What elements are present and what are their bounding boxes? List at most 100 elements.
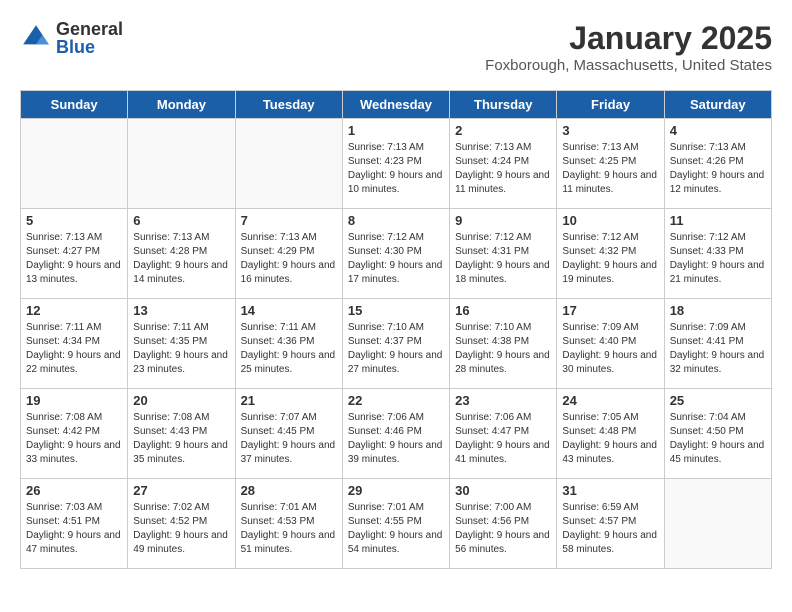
day-info: Sunrise: 7:07 AM Sunset: 4:45 PM Dayligh… — [241, 411, 337, 467]
day-number: 1 — [348, 123, 444, 138]
calendar-week-row: 26 Sunrise: 7:03 AM Sunset: 4:51 PM Dayli… — [21, 479, 772, 569]
page-header: General Blue January 2025 Foxborough, Ma… — [20, 20, 772, 74]
day-number: 26 — [26, 483, 122, 498]
table-row: 13Sunrise: 7:11 AM Sunset: 4:35 PM Dayli… — [128, 299, 235, 389]
table-row: 29 Sunrise: 7:01 AM Sunset: 4:55 PM Dayli… — [342, 479, 449, 569]
day-number: 15 — [348, 303, 444, 318]
day-info: Sunrise: 7:05 AM Sunset: 4:48 PM Dayligh… — [562, 411, 658, 467]
table-row: 6 Sunrise: 7:13 AM Sunset: 4:28 PM Daylig… — [128, 209, 235, 299]
table-row — [235, 119, 342, 209]
weekday-header-sunday: Sunday — [21, 91, 128, 119]
weekday-header-thursday: Thursday — [450, 91, 557, 119]
day-info: Sunrise: 7:11 AM Sunset: 4:36 PM Dayligh… — [241, 321, 337, 377]
day-number: 2 — [455, 123, 551, 138]
day-number: 5 — [26, 213, 122, 228]
logo-general: General — [56, 20, 123, 38]
weekday-header-wednesday: Wednesday — [342, 91, 449, 119]
logo-text: General Blue — [56, 20, 123, 56]
table-row: 23 Sunrise: 7:06 AM Sunset: 4:47 PM Dayli… — [450, 389, 557, 479]
table-row — [21, 119, 128, 209]
day-info: Sunrise: 7:13 AM Sunset: 4:29 PM Dayligh… — [241, 231, 337, 287]
weekday-header-friday: Friday — [557, 91, 664, 119]
day-info: Sunrise: 7:11 AM Sunset: 4:34 PM Dayligh… — [26, 321, 122, 377]
day-info: Sunrise: 7:12 AM Sunset: 4:30 PM Dayligh… — [348, 231, 444, 287]
table-row: 2 Sunrise: 7:13 AM Sunset: 4:24 PM Daylig… — [450, 119, 557, 209]
day-number: 8 — [348, 213, 444, 228]
day-number: 24 — [562, 393, 658, 408]
table-row: 28 Sunrise: 7:01 AM Sunset: 4:53 PM Dayli… — [235, 479, 342, 569]
day-number: 6 — [133, 213, 229, 228]
calendar-table: SundayMondayTuesdayWednesdayThursdayFrid… — [20, 90, 772, 569]
day-number: 28 — [241, 483, 337, 498]
location: Foxborough, Massachusetts, United States — [485, 57, 772, 74]
table-row: 20Sunrise: 7:08 AM Sunset: 4:43 PM Dayli… — [128, 389, 235, 479]
table-row: 26 Sunrise: 7:03 AM Sunset: 4:51 PM Dayli… — [21, 479, 128, 569]
day-info: Sunrise: 6:59 AM Sunset: 4:57 PM Dayligh… — [562, 501, 658, 557]
day-info: Sunrise: 7:06 AM Sunset: 4:47 PM Dayligh… — [455, 411, 551, 467]
table-row: 7 Sunrise: 7:13 AM Sunset: 4:29 PM Daylig… — [235, 209, 342, 299]
day-info: Sunrise: 7:08 AM Sunset: 4:42 PM Dayligh… — [26, 411, 122, 467]
table-row — [664, 479, 771, 569]
table-row: 10 Sunrise: 7:12 AM Sunset: 4:32 PM Dayli… — [557, 209, 664, 299]
day-number: 31 — [562, 483, 658, 498]
day-number: 22 — [348, 393, 444, 408]
day-number: 3 — [562, 123, 658, 138]
day-info: Sunrise: 7:09 AM Sunset: 4:41 PM Dayligh… — [670, 321, 766, 377]
day-number: 16 — [455, 303, 551, 318]
title-block: January 2025 Foxborough, Massachusetts, … — [485, 20, 772, 74]
day-info: Sunrise: 7:08 AM Sunset: 4:43 PM Dayligh… — [133, 411, 229, 467]
table-row: 19 Sunrise: 7:08 AM Sunset: 4:42 PM Dayli… — [21, 389, 128, 479]
day-info: Sunrise: 7:10 AM Sunset: 4:38 PM Dayligh… — [455, 321, 551, 377]
day-info: Sunrise: 7:13 AM Sunset: 4:26 PM Dayligh… — [670, 141, 766, 197]
day-info: Sunrise: 7:03 AM Sunset: 4:51 PM Dayligh… — [26, 501, 122, 557]
day-number: 11 — [670, 213, 766, 228]
day-info: Sunrise: 7:13 AM Sunset: 4:24 PM Dayligh… — [455, 141, 551, 197]
day-info: Sunrise: 7:02 AM Sunset: 4:52 PM Dayligh… — [133, 501, 229, 557]
day-info: Sunrise: 7:00 AM Sunset: 4:56 PM Dayligh… — [455, 501, 551, 557]
calendar-week-row: 12 Sunrise: 7:11 AM Sunset: 4:34 PM Dayli… — [21, 299, 772, 389]
day-number: 29 — [348, 483, 444, 498]
table-row: 22 Sunrise: 7:06 AM Sunset: 4:46 PM Dayli… — [342, 389, 449, 479]
day-info: Sunrise: 7:06 AM Sunset: 4:46 PM Dayligh… — [348, 411, 444, 467]
table-row: 14 Sunrise: 7:11 AM Sunset: 4:36 PM Dayli… — [235, 299, 342, 389]
day-info: Sunrise: 7:01 AM Sunset: 4:55 PM Dayligh… — [348, 501, 444, 557]
day-info: Sunrise: 7:12 AM Sunset: 4:32 PM Dayligh… — [562, 231, 658, 287]
table-row: 15 Sunrise: 7:10 AM Sunset: 4:37 PM Dayli… — [342, 299, 449, 389]
day-info: Sunrise: 7:10 AM Sunset: 4:37 PM Dayligh… — [348, 321, 444, 377]
day-info: Sunrise: 7:01 AM Sunset: 4:53 PM Dayligh… — [241, 501, 337, 557]
logo-blue: Blue — [56, 38, 123, 56]
table-row: 11Sunrise: 7:12 AM Sunset: 4:33 PM Dayli… — [664, 209, 771, 299]
day-info: Sunrise: 7:12 AM Sunset: 4:31 PM Dayligh… — [455, 231, 551, 287]
day-info: Sunrise: 7:09 AM Sunset: 4:40 PM Dayligh… — [562, 321, 658, 377]
day-number: 21 — [241, 393, 337, 408]
table-row: 12 Sunrise: 7:11 AM Sunset: 4:34 PM Dayli… — [21, 299, 128, 389]
calendar-week-row: 1Sunrise: 7:13 AM Sunset: 4:23 PM Daylig… — [21, 119, 772, 209]
table-row: 5Sunrise: 7:13 AM Sunset: 4:27 PM Daylig… — [21, 209, 128, 299]
logo-icon — [20, 22, 52, 54]
day-number: 23 — [455, 393, 551, 408]
day-number: 12 — [26, 303, 122, 318]
day-number: 9 — [455, 213, 551, 228]
table-row: 18Sunrise: 7:09 AM Sunset: 4:41 PM Dayli… — [664, 299, 771, 389]
day-number: 19 — [26, 393, 122, 408]
table-row: 27Sunrise: 7:02 AM Sunset: 4:52 PM Dayli… — [128, 479, 235, 569]
day-number: 7 — [241, 213, 337, 228]
calendar-week-row: 19 Sunrise: 7:08 AM Sunset: 4:42 PM Dayli… — [21, 389, 772, 479]
table-row: 9 Sunrise: 7:12 AM Sunset: 4:31 PM Daylig… — [450, 209, 557, 299]
table-row: 17 Sunrise: 7:09 AM Sunset: 4:40 PM Dayli… — [557, 299, 664, 389]
table-row: 30Sunrise: 7:00 AM Sunset: 4:56 PM Dayli… — [450, 479, 557, 569]
table-row: 24 Sunrise: 7:05 AM Sunset: 4:48 PM Dayli… — [557, 389, 664, 479]
day-number: 17 — [562, 303, 658, 318]
table-row: 31 Sunrise: 6:59 AM Sunset: 4:57 PM Dayli… — [557, 479, 664, 569]
table-row: 16 Sunrise: 7:10 AM Sunset: 4:38 PM Dayli… — [450, 299, 557, 389]
table-row: 21 Sunrise: 7:07 AM Sunset: 4:45 PM Dayli… — [235, 389, 342, 479]
day-number: 10 — [562, 213, 658, 228]
table-row: 3Sunrise: 7:13 AM Sunset: 4:25 PM Daylig… — [557, 119, 664, 209]
table-row: 1Sunrise: 7:13 AM Sunset: 4:23 PM Daylig… — [342, 119, 449, 209]
weekday-header-row: SundayMondayTuesdayWednesdayThursdayFrid… — [21, 91, 772, 119]
day-info: Sunrise: 7:13 AM Sunset: 4:28 PM Dayligh… — [133, 231, 229, 287]
day-info: Sunrise: 7:11 AM Sunset: 4:35 PM Dayligh… — [133, 321, 229, 377]
day-number: 14 — [241, 303, 337, 318]
day-info: Sunrise: 7:04 AM Sunset: 4:50 PM Dayligh… — [670, 411, 766, 467]
weekday-header-saturday: Saturday — [664, 91, 771, 119]
